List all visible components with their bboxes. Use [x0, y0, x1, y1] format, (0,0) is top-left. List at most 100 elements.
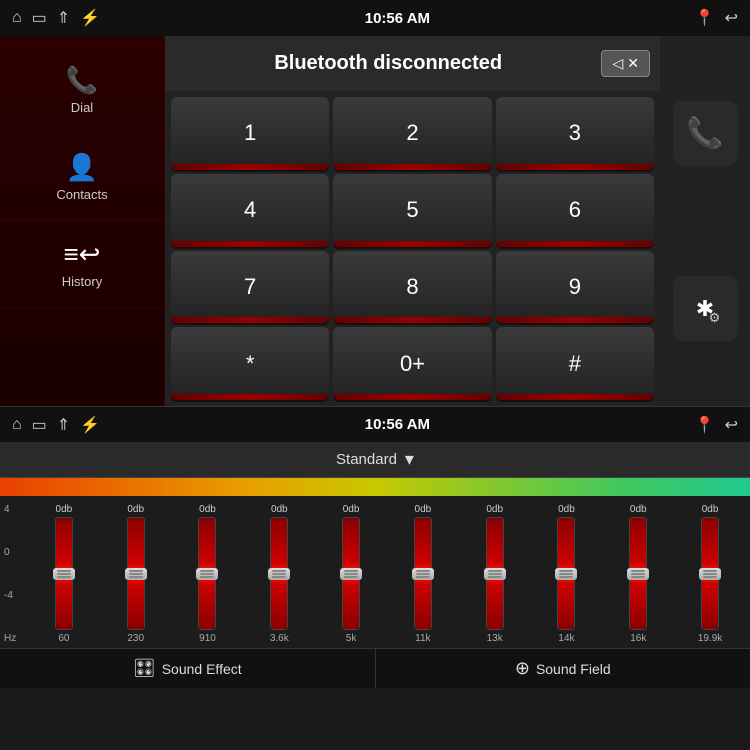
eq-preset-row: Standard ▾: [0, 442, 750, 478]
eq-band-19k9-db: 0db: [702, 504, 719, 515]
eq-sliders-row: 0db 60 0db 230 0db: [28, 504, 746, 644]
bluetooth-gear-icon: ✱ ⚙: [696, 296, 714, 322]
dial-key-0[interactable]: 0+: [333, 327, 491, 400]
eq-slider-track-19k9[interactable]: [701, 517, 719, 630]
status-icons-right: 📍 ↩: [695, 8, 738, 28]
gear-icon: ⚙: [709, 310, 721, 326]
eq-slider-inner-5k: [343, 518, 359, 629]
status2-icons-right: 📍 ↩: [695, 415, 738, 435]
eq-slider-handle-16k: [627, 568, 649, 580]
eq-slider-track-14k[interactable]: [557, 517, 575, 630]
eq-slider-track-230[interactable]: [127, 517, 145, 630]
home-icon[interactable]: ⌂: [12, 9, 22, 27]
eq-freq-19k9: 19.9k: [698, 633, 722, 644]
eq-slider-inner-3k6: [271, 518, 287, 629]
history-icon: ≡↩: [64, 239, 101, 270]
eq-hz-label: Hz: [4, 633, 16, 644]
history-label: History: [62, 274, 102, 289]
dial-key-6[interactable]: 6: [496, 174, 654, 247]
sidebar-item-history[interactable]: ≡↩ History: [0, 221, 164, 308]
eq-band-230-db: 0db: [127, 504, 144, 515]
eq-slider-inner-60: [56, 518, 72, 629]
location-icon[interactable]: 📍: [695, 8, 715, 28]
dial-icon: 📞: [66, 65, 98, 96]
eq-slider-track-5k[interactable]: [342, 517, 360, 630]
dial-key-4[interactable]: 4: [171, 174, 329, 247]
eq-slider-track-16k[interactable]: [629, 517, 647, 630]
eq-slider-track-13k[interactable]: [486, 517, 504, 630]
eq-band-5k-db: 0db: [343, 504, 360, 515]
dial-key-hash[interactable]: #: [496, 327, 654, 400]
dial-key-star[interactable]: *: [171, 327, 329, 400]
eq-slider-inner-910: [199, 518, 215, 629]
arrow-icon-2[interactable]: ⇑: [57, 415, 70, 435]
eq-slider-inner-13k: [487, 518, 503, 629]
home-icon-2[interactable]: ⌂: [12, 416, 22, 434]
eq-db-0: 0: [4, 547, 16, 558]
sound-effect-button[interactable]: 🎛 Sound Effect: [0, 649, 376, 688]
eq-freq-11k: 11k: [415, 633, 430, 644]
close-button[interactable]: ◁ ✕: [601, 50, 650, 77]
eq-db-neg4: -4: [4, 590, 16, 601]
sidebar-item-contacts[interactable]: 👤 Contacts: [0, 134, 164, 221]
bluetooth-settings-button[interactable]: ✱ ⚙: [673, 276, 738, 341]
arrow-icon[interactable]: ⇑: [57, 8, 70, 28]
dial-key-3[interactable]: 3: [496, 97, 654, 170]
eq-freq-16k: 16k: [630, 633, 646, 644]
dial-key-8[interactable]: 8: [333, 251, 491, 324]
contacts-icon: 👤: [66, 152, 98, 183]
eq-band-13k: 0db 13k: [462, 504, 527, 644]
eq-slider-track-910[interactable]: [198, 517, 216, 630]
sound-effect-icon: 🎛: [133, 658, 156, 679]
status-bar-bottom: ⌂ ▭ ⇑ ⚡ 10:56 AM 📍 ↩: [0, 406, 750, 442]
eq-band-16k-db: 0db: [630, 504, 647, 515]
dial-key-9[interactable]: 9: [496, 251, 654, 324]
eq-freq-910: 910: [199, 633, 216, 644]
screen-icon[interactable]: ▭: [32, 8, 47, 28]
sidebar: 📞 Dial 👤 Contacts ≡↩ History: [0, 36, 165, 406]
bottom-bar: 🎛 Sound Effect ⊕ Sound Field: [0, 648, 750, 688]
usb-icon: ⚡: [80, 8, 100, 28]
eq-band-60: 0db 60: [31, 504, 96, 644]
status-bar-top: ⌂ ▭ ⇑ ⚡ 10:56 AM 📍 ↩: [0, 0, 750, 36]
back-icon-2[interactable]: ↩: [725, 415, 738, 435]
eq-slider-track-11k[interactable]: [414, 517, 432, 630]
sound-field-label: Sound Field: [536, 661, 611, 677]
eq-slider-handle-14k: [555, 568, 577, 580]
dial-key-1[interactable]: 1: [171, 97, 329, 170]
location-icon-2[interactable]: 📍: [695, 415, 715, 435]
eq-slider-handle-3k6: [268, 568, 290, 580]
eq-band-14k-db: 0db: [558, 504, 575, 515]
status2-icons-left: ⌂ ▭ ⇑ ⚡: [12, 415, 100, 435]
dialpad-grid: 1 2 3 4 5 6 7 8 9 * 0+ #: [165, 91, 660, 406]
eq-slider-inner-230: [128, 518, 144, 629]
call-button[interactable]: 📞: [673, 101, 738, 166]
eq-slider-track-60[interactable]: [55, 517, 73, 630]
bluetooth-title: Bluetooth disconnected: [175, 52, 601, 75]
eq-slider-track-3k6[interactable]: [270, 517, 288, 630]
eq-db-labels: 4 0 -4 Hz: [4, 504, 16, 644]
back-icon[interactable]: ↩: [725, 8, 738, 28]
screen-icon-2[interactable]: ▭: [32, 415, 47, 435]
status-time-2: 10:56 AM: [365, 416, 430, 433]
dial-key-7[interactable]: 7: [171, 251, 329, 324]
eq-slider-inner-19k9: [702, 518, 718, 629]
eq-slider-handle-11k: [412, 568, 434, 580]
eq-band-910-db: 0db: [199, 504, 216, 515]
eq-band-16k: 0db 16k: [606, 504, 671, 644]
eq-freq-5k: 5k: [346, 633, 357, 644]
dial-key-5[interactable]: 5: [333, 174, 491, 247]
dial-key-2[interactable]: 2: [333, 97, 491, 170]
eq-slider-handle-910: [196, 568, 218, 580]
eq-freq-60: 60: [58, 633, 69, 644]
sound-field-button[interactable]: ⊕ Sound Field: [376, 649, 750, 688]
eq-slider-handle-19k9: [699, 568, 721, 580]
eq-slider-inner-14k: [558, 518, 574, 629]
eq-preset-dropdown-icon[interactable]: ▾: [405, 449, 414, 470]
sound-field-icon: ⊕: [515, 658, 530, 679]
eq-band-11k: 0db 11k: [390, 504, 455, 644]
sidebar-item-dial[interactable]: 📞 Dial: [0, 46, 164, 134]
status-time: 10:56 AM: [365, 10, 430, 27]
eq-freq-14k: 14k: [558, 633, 574, 644]
eq-band-230: 0db 230: [103, 504, 168, 644]
